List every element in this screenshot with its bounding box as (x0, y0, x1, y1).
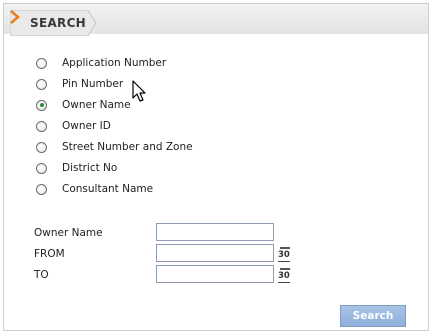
radio-label: District No (62, 162, 118, 174)
radio-label: Street Number and Zone (62, 141, 193, 153)
mouse-cursor-icon (132, 80, 146, 102)
from-date-input[interactable] (156, 244, 274, 262)
from-label: FROM (34, 248, 65, 260)
to-label: TO (34, 269, 49, 281)
owner-name-label: Owner Name (34, 227, 103, 239)
calendar-icon-bar (280, 247, 290, 249)
radio-label: Pin Number (62, 78, 124, 90)
radio-button[interactable] (36, 141, 47, 153)
calendar-icon[interactable]: 30 (277, 266, 293, 286)
radio-option-application-number[interactable]: Application Number (36, 55, 266, 71)
calendar-icon-bar (280, 268, 290, 270)
tab-title: SEARCH (30, 16, 87, 30)
radio-label: Consultant Name (62, 183, 154, 195)
chevron-right-icon (10, 10, 20, 24)
radio-option-pin-number[interactable]: Pin Number (36, 76, 266, 92)
radio-button[interactable] (36, 162, 47, 174)
radio-option-owner-name[interactable]: Owner Name (36, 97, 266, 113)
radio-label: Application Number (62, 57, 167, 69)
search-panel: SEARCH Application Number Pin Number Own… (3, 3, 429, 331)
radio-option-consultant-name[interactable]: Consultant Name (36, 181, 266, 197)
radio-option-owner-id[interactable]: Owner ID (36, 118, 266, 134)
radio-label: Owner Name (62, 99, 131, 111)
radio-button-selected[interactable] (36, 99, 47, 111)
radio-button[interactable] (36, 120, 47, 132)
calendar-icon[interactable]: 30 (277, 245, 293, 265)
owner-name-input[interactable] (156, 223, 274, 241)
radio-button[interactable] (36, 183, 47, 195)
calendar-icon-day: 30 (278, 250, 290, 262)
search-tab: SEARCH (10, 10, 98, 36)
to-date-input[interactable] (156, 265, 274, 283)
search-button[interactable]: Search (340, 305, 406, 327)
radio-button[interactable] (36, 78, 47, 90)
radio-option-street-number-and-zone[interactable]: Street Number and Zone (36, 139, 266, 155)
calendar-icon-day: 30 (278, 271, 290, 283)
radio-label: Owner ID (62, 120, 111, 132)
radio-option-district-no[interactable]: District No (36, 160, 266, 176)
radio-button[interactable] (36, 57, 47, 69)
